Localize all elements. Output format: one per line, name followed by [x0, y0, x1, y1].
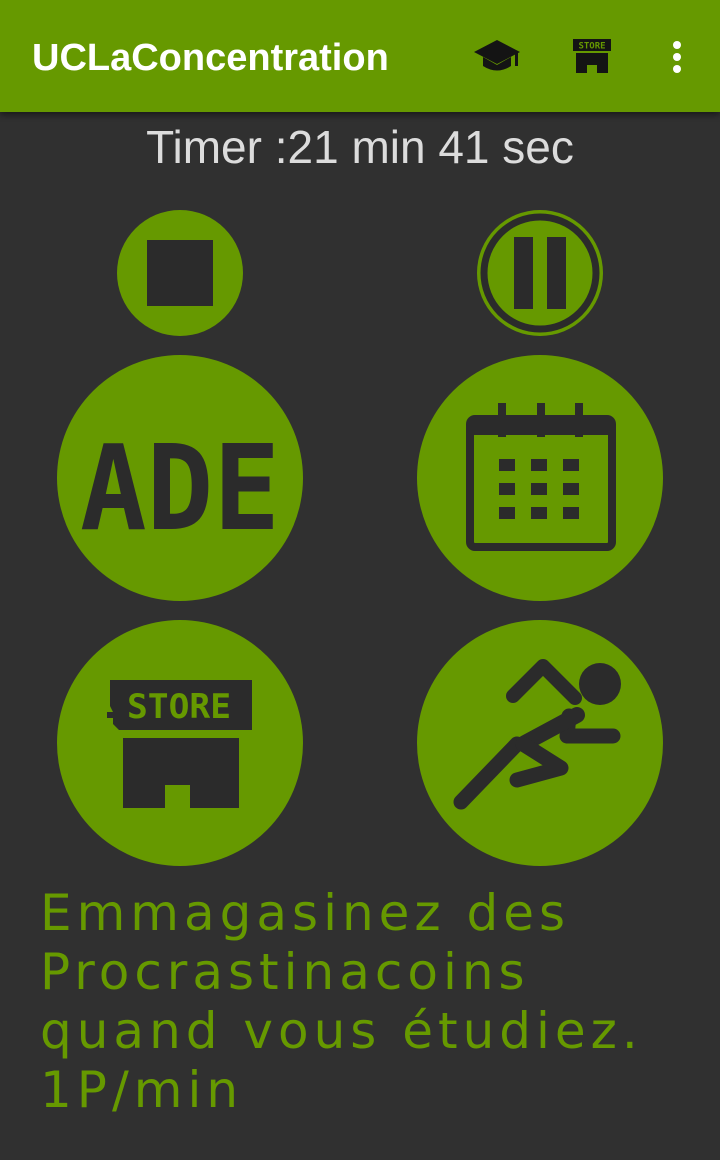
pause-button[interactable]: [477, 210, 603, 336]
stop-icon: [147, 240, 213, 306]
ade-button[interactable]: ADE: [57, 355, 303, 601]
store-icon[interactable]: STORE: [572, 38, 612, 74]
more-vert-icon[interactable]: [670, 40, 684, 74]
store-button[interactable]: STORE: [57, 620, 303, 866]
stop-button[interactable]: [117, 210, 243, 336]
ade-label: ADE: [80, 419, 280, 557]
app-bar: UCLaConcentration STORE: [0, 0, 720, 112]
timer-text: Timer :21 min 41 sec: [146, 121, 574, 173]
graduation-cap-icon[interactable]: [472, 38, 522, 76]
tagline-text: Emmagasinez des Procrastinacoins quand v…: [40, 884, 643, 1119]
runner-button[interactable]: [417, 620, 663, 866]
calendar-button[interactable]: [417, 355, 663, 601]
store-label: STORE: [127, 687, 231, 727]
app-title: UCLaConcentration: [32, 37, 389, 79]
store-sign-label: STORE: [578, 42, 605, 52]
